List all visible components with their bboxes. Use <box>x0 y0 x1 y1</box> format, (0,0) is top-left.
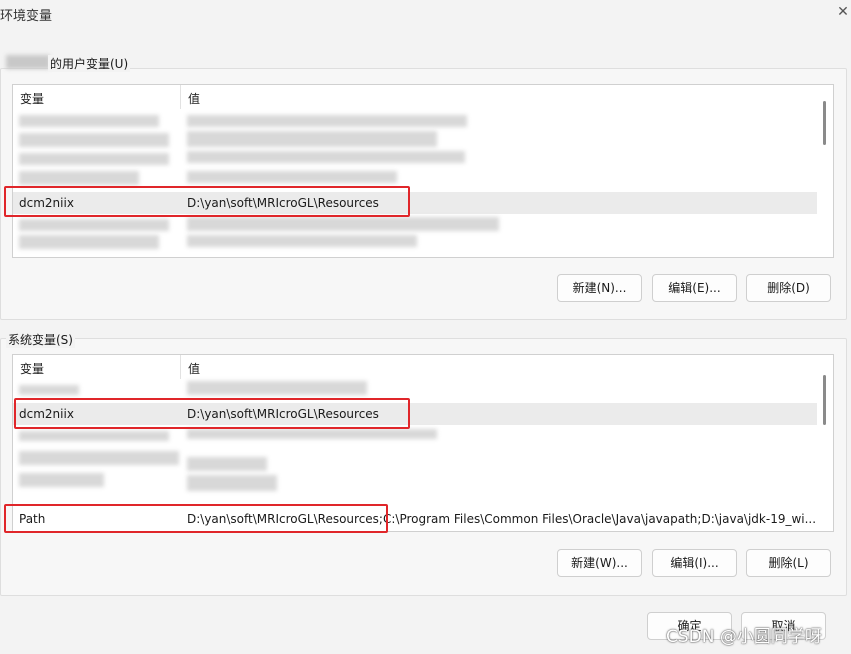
column-divider <box>180 355 181 379</box>
blurred-row <box>19 451 179 465</box>
user-variables-list[interactable]: 变量 值 dcm2niix D:\yan\soft\MRIcroGL\Resou… <box>12 84 834 258</box>
list-header: 变量 值 <box>13 85 833 109</box>
highlight-box <box>14 398 410 429</box>
system-new-button[interactable]: 新建(W)... <box>557 549 642 577</box>
highlight-box <box>4 186 410 217</box>
blurred-row <box>187 457 267 471</box>
blurred-row <box>19 115 159 127</box>
user-delete-button[interactable]: 删除(D) <box>746 274 831 302</box>
blurred-row <box>19 235 159 249</box>
column-divider <box>180 85 181 109</box>
vertical-scrollbar[interactable] <box>819 363 831 525</box>
scrollbar-thumb[interactable] <box>823 101 826 145</box>
blurred-row <box>187 151 465 163</box>
highlight-box <box>4 504 388 533</box>
user-edit-button[interactable]: 编辑(E)... <box>652 274 737 302</box>
blurred-row <box>187 217 499 231</box>
blurred-row <box>187 381 367 395</box>
blurred-row <box>19 153 169 165</box>
blurred-row <box>19 431 169 441</box>
list-header: 变量 值 <box>13 355 833 379</box>
blurred-row <box>19 385 79 395</box>
blurred-row <box>187 235 417 247</box>
blurred-row <box>19 473 104 487</box>
user-new-button[interactable]: 新建(N)... <box>557 274 642 302</box>
system-variables-label: 系统变量(S) <box>6 331 75 348</box>
blurred-row <box>187 171 397 183</box>
blurred-row <box>19 171 139 185</box>
blurred-row <box>187 429 437 439</box>
column-header-value[interactable]: 值 <box>188 90 200 107</box>
blurred-username <box>6 55 50 69</box>
system-edit-button[interactable]: 编辑(I)... <box>652 549 737 577</box>
blurred-row <box>187 115 467 127</box>
scrollbar-thumb[interactable] <box>823 375 826 425</box>
window-title: 环境变量 <box>0 9 53 24</box>
blurred-row <box>187 475 277 491</box>
user-variables-label: 的用户变量(U) <box>48 55 131 72</box>
column-header-name[interactable]: 变量 <box>20 90 44 107</box>
column-header-value[interactable]: 值 <box>188 360 200 377</box>
system-delete-button[interactable]: 删除(L) <box>746 549 831 577</box>
close-icon[interactable]: ✕ <box>836 4 850 20</box>
vertical-scrollbar[interactable] <box>819 93 831 251</box>
column-header-name[interactable]: 变量 <box>20 360 44 377</box>
blurred-row <box>187 131 437 147</box>
blurred-row <box>19 219 169 231</box>
watermark: CSDN @小圆同学呀 <box>666 627 822 647</box>
blurred-row <box>19 133 169 147</box>
